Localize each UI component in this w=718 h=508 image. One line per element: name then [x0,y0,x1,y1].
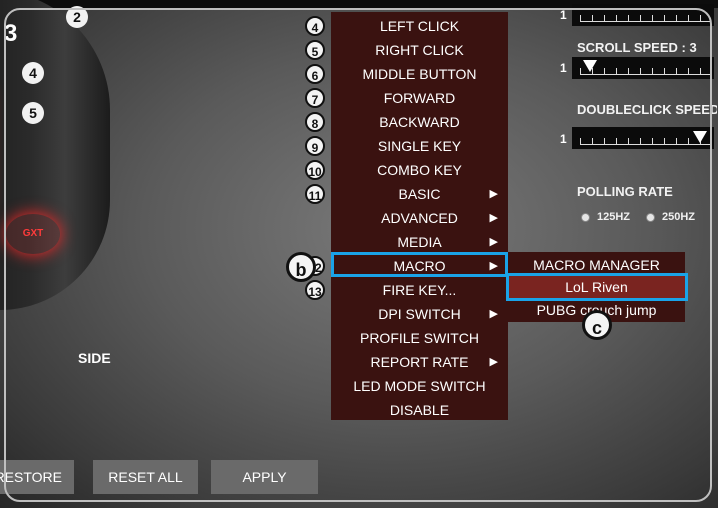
menu-item-right-click[interactable]: RIGHT CLICK [331,38,508,62]
button-number-7: 7 [305,88,325,108]
menu-item-label: BASIC [398,186,441,202]
button-number-13: 13 [305,280,325,300]
menu-item-label: DPI SWITCH [378,306,461,322]
polling-rate-title: POLLING RATE [577,184,673,199]
button-number-11: 11 [305,184,325,204]
button-function-menu: LEFT CLICK RIGHT CLICK MIDDLE BUTTON FORWAR… [331,12,508,420]
polling-125hz-label: 125HZ [597,211,631,223]
top-slider-min: 1 [560,8,567,22]
reset-all-button[interactable]: RESET ALL [93,460,198,494]
menu-item-media[interactable]: MEDIA ▶ [331,230,508,254]
menu-item-label: MIDDLE BUTTON [362,66,477,82]
mouse-software-window: 2 4 5 GXT 3 45678910111213 LEFT CLICKRIG… [0,0,718,508]
mouse-button-4-marker[interactable]: 4 [22,62,44,84]
menu-item-left-click[interactable]: LEFT CLICK [331,14,508,38]
button-number-8: 8 [305,112,325,132]
apply-button[interactable]: APPLY [211,460,318,494]
side-label: SIDE [78,350,111,366]
submenu-arrow-icon: ▶ [489,212,498,224]
menu-item-label: ADVANCED [381,210,458,226]
step-badge-3: 3 [4,20,18,47]
doubleclick-speed-title: DOUBLECLICK SPEED [577,102,717,117]
mouse-button-2-marker[interactable]: 2 [66,6,88,28]
restore-button[interactable]: RESTORE [0,460,74,494]
lol-riven-highlight-box [506,273,688,301]
menu-item-disable[interactable]: DISABLE [331,398,508,422]
menu-item-single-key[interactable]: SINGLE KEY [331,134,508,158]
macro-highlight-box [331,252,508,277]
menu-item-advanced[interactable]: ADVANCED ▶ [331,206,508,230]
doubleclick-speed-min: 1 [560,132,567,146]
menu-item-label: COMBO KEY [377,162,462,178]
menu-item-forward[interactable]: FORWARD [331,86,508,110]
button-number-6: 6 [305,64,325,84]
submenu-arrow-icon: ▶ [489,236,498,248]
button-number-10: 10 [305,160,325,180]
menu-item-label: REPORT RATE [370,354,469,370]
menu-item-label: PROFILE SWITCH [359,330,479,346]
menu-item-combo-key[interactable]: COMBO KEY [331,158,508,182]
menu-item-label: FORWARD [383,90,456,106]
menu-item-label: LED MODE SWITCH [353,378,486,394]
menu-item-fire-key[interactable]: FIRE KEY... [331,278,508,302]
scroll-speed-min: 1 [560,61,567,75]
menu-item-dpi-switch[interactable]: DPI SWITCH ▶ [331,302,508,326]
logo-text: GXT [22,228,44,239]
callout-b: b [286,252,316,282]
submenu-arrow-icon: ▶ [489,188,498,200]
menu-item-backward[interactable]: BACKWARD [331,110,508,134]
submenu-arrow-icon: ▶ [489,308,498,320]
menu-item-middle-button[interactable]: MIDDLE BUTTON [331,62,508,86]
button-number-5: 5 [305,40,325,60]
gxt-logo: GXT [6,214,60,254]
mouse-button-5-marker[interactable]: 5 [22,102,44,124]
top-slider[interactable] [572,4,714,26]
polling-250hz-radio[interactable] [646,213,655,222]
button-number-9: 9 [305,136,325,156]
menu-item-label: RIGHT CLICK [375,42,464,58]
polling-125hz-radio[interactable] [581,213,590,222]
callout-c: c [582,310,612,340]
menu-item-profile-switch[interactable]: PROFILE SWITCH [331,326,508,350]
menu-item-report-rate[interactable]: REPORT RATE ▶ [331,350,508,374]
menu-item-label: BACKWARD [379,114,460,130]
menu-item-label: DISABLE [389,402,450,418]
menu-item-label: LEFT CLICK [379,18,460,34]
menu-item-basic[interactable]: BASIC ▶ [331,182,508,206]
doubleclick-speed-thumb[interactable] [693,131,707,143]
scroll-speed-thumb[interactable] [583,60,597,72]
menu-item-label: MEDIA [397,234,442,250]
menu-item-led-mode-switch[interactable]: LED MODE SWITCH [331,374,508,398]
polling-250hz-label: 250HZ [662,211,696,223]
button-number-4: 4 [305,16,325,36]
submenu-arrow-icon: ▶ [489,356,498,368]
menu-item-label: SINGLE KEY [377,138,462,154]
menu-item-label: FIRE KEY... [382,282,457,298]
scroll-speed-title: SCROLL SPEED : 3 [577,40,697,55]
